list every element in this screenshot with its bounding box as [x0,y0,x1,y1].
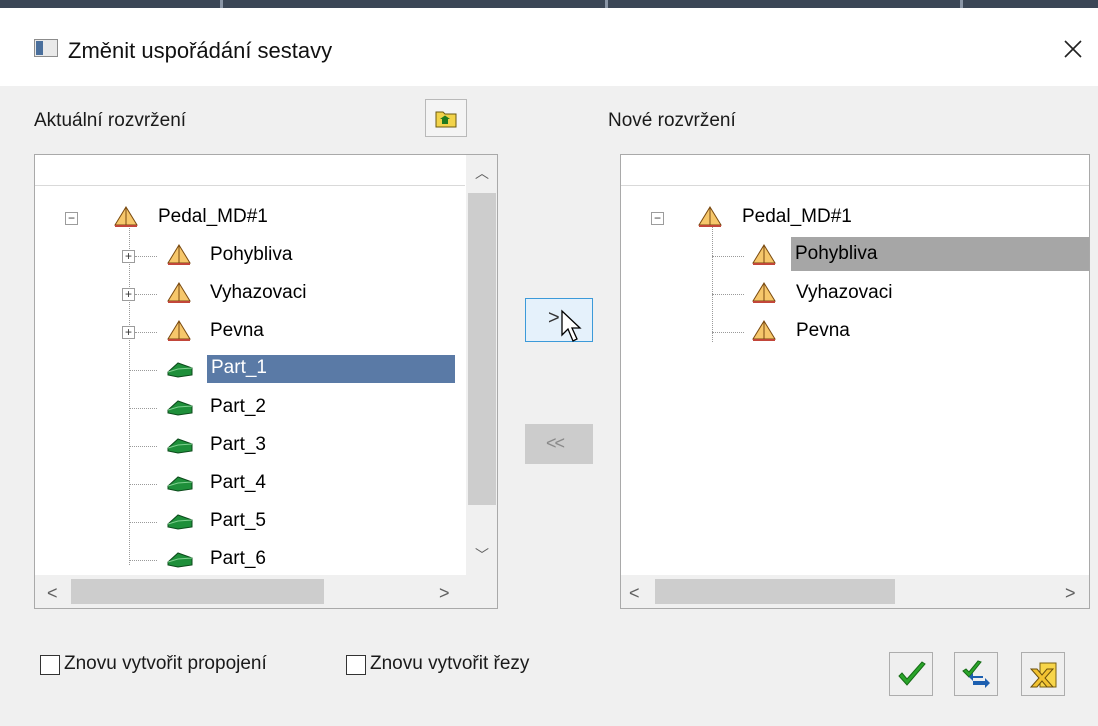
current-layout-label: Aktuální rozvržení [34,110,187,131]
current-layout-tree[interactable]: − Pedal_MD#1 + Pohybliva + Vyhazovaci + … [34,154,498,609]
background-window-strip [0,0,1098,8]
collapse-toggle[interactable]: − [651,212,664,225]
pyramid-assembly-icon [698,206,722,227]
mouse-cursor-icon [561,309,582,342]
folder-up-icon [435,111,457,128]
scroll-right-arrow-icon[interactable]: > [1065,583,1076,604]
scroll-thumb[interactable] [468,193,496,505]
tree-item-label: Part_6 [210,548,266,569]
green-part-icon [167,400,193,416]
tree-header [621,155,1089,186]
green-part-icon [167,476,193,492]
green-check-icon [898,661,926,686]
pyramid-assembly-icon [167,320,191,341]
green-part-icon [167,438,193,454]
check-arrows-icon [962,660,990,688]
pyramid-assembly-icon [114,206,138,227]
recreate-sections-checkbox[interactable] [346,655,366,675]
tree-item-label: Vyhazovaci [210,282,307,303]
move-left-button[interactable]: << [525,424,593,464]
new-layout-tree[interactable]: − Pedal_MD#1 Pohybliva Vyhazovaci Pevna … [620,154,1090,609]
tree-root-label: Pedal_MD#1 [158,206,268,227]
tree-part-item[interactable]: Part_2 [35,393,465,423]
scroll-left-arrow-icon[interactable]: < [629,583,640,604]
scroll-up-arrow-icon[interactable]: ︿ [475,163,489,183]
new-layout-label: Nové rozvržení [608,110,736,131]
tree-assembly-item[interactable]: + Pohybliva [35,241,465,271]
tree-item-label: Part_2 [210,396,266,417]
tree-assembly-item[interactable]: + Pevna [35,317,465,347]
pyramid-assembly-icon [752,282,776,303]
tree-item-label-selected: Part_1 [207,355,455,383]
yellow-cancel-icon [1029,662,1057,688]
recreate-sections-label: Znovu vytvořit řezy [370,653,530,674]
horizontal-scrollbar[interactable]: < > [35,575,497,608]
tree-item-label: Pohybliva [210,244,293,265]
tree-assembly-item[interactable]: + Vyhazovaci [35,279,465,309]
tree-item-label: Part_4 [210,472,266,493]
scroll-down-arrow-icon[interactable]: ﹀ [475,545,489,565]
move-right-label: > [548,307,560,329]
move-right-button[interactable]: > [525,298,593,342]
app-window-icon [34,39,58,57]
tree-assembly-item[interactable]: Pohybliva [621,237,1089,271]
cancel-button[interactable] [1021,652,1065,696]
ok-button[interactable] [889,652,933,696]
pyramid-assembly-icon [752,320,776,341]
pyramid-assembly-icon [167,282,191,303]
tree-part-item[interactable]: Part_3 [35,431,465,461]
tree-item-label: Vyhazovaci [796,282,893,303]
recreate-connections-checkbox[interactable] [40,655,60,675]
green-part-icon [167,552,193,568]
vertical-scrollbar[interactable]: ︿ ﹀ [466,155,497,575]
tree-part-item[interactable]: Part_4 [35,469,465,499]
tree-root-item[interactable]: − Pedal_MD#1 [621,203,1089,233]
dialog-title: Změnit uspořádání sestavy [68,38,333,63]
tree-item-label-selected: Pohybliva [791,237,1089,271]
tree-root-label: Pedal_MD#1 [742,206,852,227]
green-part-icon [167,362,193,378]
tree-root-item[interactable]: − Pedal_MD#1 [35,203,465,233]
expand-toggle[interactable]: + [122,250,135,263]
tree-assembly-item[interactable]: Pevna [621,317,1089,347]
tree-part-item[interactable]: Part_5 [35,507,465,537]
tree-item-label: Part_5 [210,510,266,531]
tree-header [35,155,465,186]
tree-item-label: Pevna [210,320,264,341]
tree-item-label: Part_3 [210,434,266,455]
tree-item-label: Pevna [796,320,850,341]
scroll-thumb[interactable] [71,579,324,604]
tree-part-item[interactable]: Part_6 [35,545,465,575]
scroll-right-arrow-icon[interactable]: > [439,583,450,604]
close-icon[interactable] [1058,34,1088,64]
pyramid-assembly-icon [167,244,191,265]
move-left-label: << [546,433,565,453]
expand-toggle[interactable]: + [122,288,135,301]
scroll-thumb[interactable] [655,579,895,604]
recreate-connections-label: Znovu vytvořit propojení [64,653,267,674]
dialog-titlebar: Změnit uspořádání sestavy [0,8,1098,86]
scroll-left-arrow-icon[interactable]: < [47,583,58,604]
tree-part-item[interactable]: Part_1 [35,355,465,385]
green-part-icon [167,514,193,530]
apply-button[interactable] [954,652,998,696]
expand-toggle[interactable]: + [122,326,135,339]
up-level-button[interactable] [425,99,467,137]
pyramid-assembly-icon [752,244,776,265]
horizontal-scrollbar[interactable]: < > [621,575,1089,608]
collapse-toggle[interactable]: − [65,212,78,225]
tree-assembly-item[interactable]: Vyhazovaci [621,279,1089,309]
